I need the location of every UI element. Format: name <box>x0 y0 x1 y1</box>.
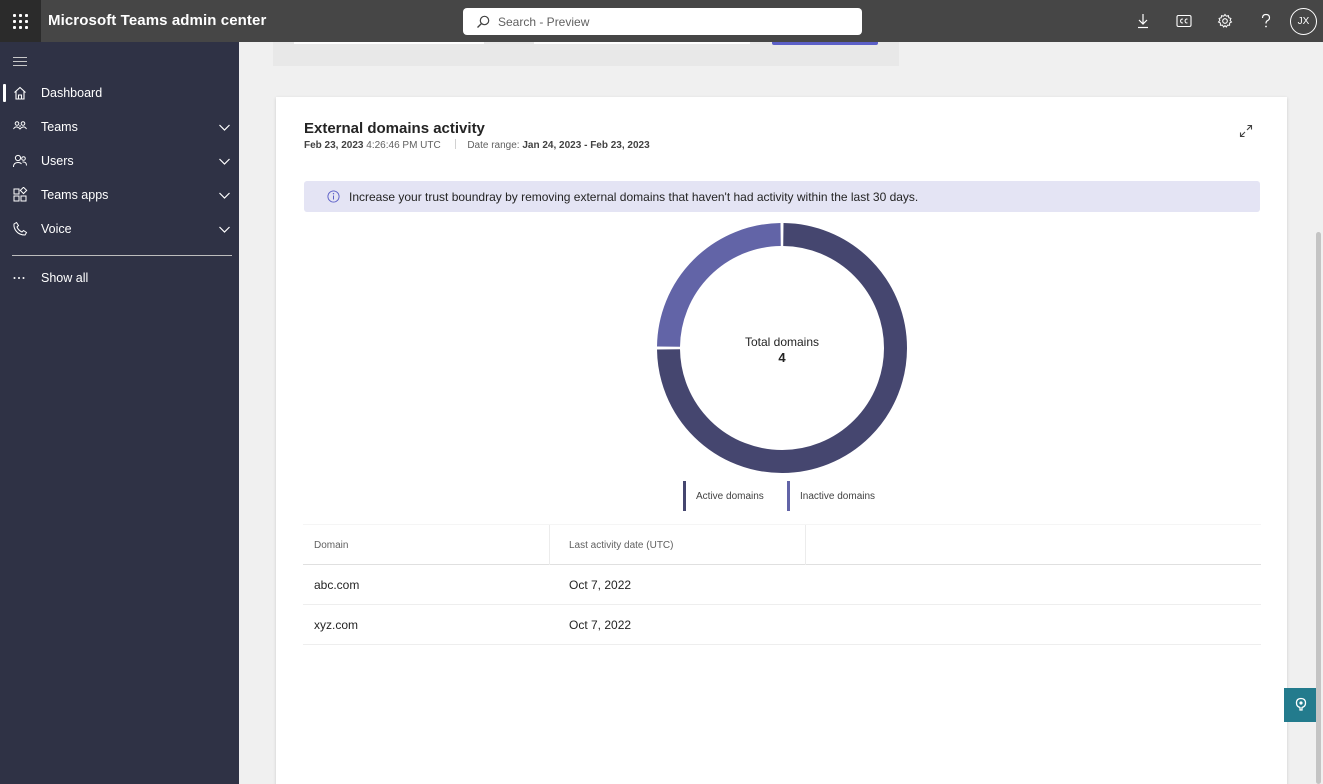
sidebar: Dashboard Teams Users Teams apps Voice S… <box>0 42 239 784</box>
legend-label: Inactive domains <box>800 490 876 502</box>
table-row[interactable]: xyz.com Oct 7, 2022 <box>303 605 1261 645</box>
active-indicator <box>3 84 6 102</box>
date-range-label: Date range: <box>467 140 520 151</box>
run-report-button[interactable] <box>772 42 878 45</box>
table-header: Domain Last activity date (UTC) <box>303 524 1261 565</box>
sidebar-item-users[interactable]: Users <box>0 144 239 178</box>
date-range-separator: - <box>581 140 591 151</box>
cell-last-activity: Oct 7, 2022 <box>569 578 632 592</box>
feedback-button[interactable] <box>1284 688 1318 722</box>
date-range-start: Jan 24, 2023 <box>522 140 582 151</box>
users-icon <box>13 154 27 168</box>
app-title[interactable]: Microsoft Teams admin center <box>48 12 266 29</box>
column-header-domain[interactable]: Domain <box>303 525 550 565</box>
search-input[interactable] <box>498 14 838 29</box>
download-button[interactable] <box>1122 0 1163 42</box>
donut-center-label: Total domains <box>744 335 820 349</box>
card-meta: Feb 23, 2023 4:26:46 PM UTC Date range: … <box>304 139 650 151</box>
domains-table: Domain Last activity date (UTC) abc.com … <box>303 524 1261 645</box>
captions-button[interactable] <box>1163 0 1204 42</box>
hamburger-icon[interactable] <box>13 57 27 69</box>
search-icon <box>477 15 490 28</box>
phone-icon <box>13 221 28 236</box>
cell-last-activity: Oct 7, 2022 <box>569 618 632 632</box>
more-icon <box>13 277 25 279</box>
teams-icon <box>13 121 27 130</box>
sidebar-item-label: Teams apps <box>41 188 109 202</box>
sidebar-divider <box>12 255 232 256</box>
legend-item-active[interactable]: Active domains <box>683 481 764 511</box>
banner-text: Increase your trust boundray by removing… <box>349 189 919 204</box>
sidebar-item-label: Users <box>41 154 74 168</box>
help-button[interactable] <box>1245 0 1286 42</box>
avatar[interactable]: JX <box>1290 7 1317 35</box>
sidebar-item-label: Show all <box>41 271 89 285</box>
top-actions: JX <box>1122 0 1323 42</box>
info-banner: Increase your trust boundray by removing… <box>304 181 1260 212</box>
report-date: Feb 23, 2023 <box>304 140 364 151</box>
cell-domain: abc.com <box>314 578 360 592</box>
help-icon <box>1261 13 1270 28</box>
cell-domain: xyz.com <box>314 618 359 632</box>
info-icon <box>327 190 340 203</box>
card-title: External domains activity <box>304 120 485 137</box>
filter-input[interactable] <box>294 42 484 44</box>
donut-center-value: 4 <box>778 350 786 365</box>
sidebar-item-label: Teams <box>41 120 78 134</box>
sidebar-item-dashboard[interactable]: Dashboard <box>0 76 239 110</box>
legend-swatch <box>787 481 790 511</box>
legend-label: Active domains <box>696 490 764 502</box>
sidebar-item-show-all[interactable]: Show all <box>0 261 239 295</box>
donut-center: Total domains 4 <box>682 335 882 365</box>
donut-segment-inactive-domains[interactable] <box>657 223 782 348</box>
scrollbar[interactable] <box>1316 232 1321 784</box>
report-time: 4:26:46 PM UTC <box>366 140 441 151</box>
search-box[interactable] <box>463 8 862 35</box>
filter-input[interactable] <box>534 42 750 44</box>
apps-icon <box>13 187 28 202</box>
download-icon <box>1137 14 1148 29</box>
top-bar: Microsoft Teams admin center Search - Pr… <box>0 0 1323 42</box>
settings-button[interactable] <box>1204 0 1245 42</box>
sidebar-item-label: Voice <box>41 222 72 236</box>
column-header-last-activity[interactable]: Last activity date (UTC) <box>550 525 806 565</box>
chevron-down-icon <box>219 124 230 131</box>
sidebar-item-label: Dashboard <box>41 86 103 100</box>
date-range-end: Feb 23, 2023 <box>590 140 650 151</box>
waffle-icon <box>13 13 28 29</box>
chevron-down-icon <box>219 192 230 199</box>
legend-swatch <box>683 481 686 511</box>
expand-icon[interactable] <box>1239 124 1253 138</box>
home-icon <box>14 86 26 100</box>
app-launcher-button[interactable] <box>0 0 41 42</box>
feedback-icon <box>1295 697 1307 711</box>
cc-icon <box>1175 14 1192 28</box>
chevron-down-icon <box>219 226 230 233</box>
sidebar-item-voice[interactable]: Voice <box>0 212 239 246</box>
table-row[interactable]: abc.com Oct 7, 2022 <box>303 565 1261 605</box>
chevron-down-icon <box>219 158 230 165</box>
gear-icon <box>1217 13 1232 28</box>
sidebar-item-teams[interactable]: Teams <box>0 110 239 144</box>
external-domains-card: External domains activity Feb 23, 2023 4… <box>276 97 1287 784</box>
legend-item-inactive[interactable]: Inactive domains <box>787 481 875 511</box>
filter-card <box>273 42 899 66</box>
sidebar-item-teams-apps[interactable]: Teams apps <box>0 178 239 212</box>
